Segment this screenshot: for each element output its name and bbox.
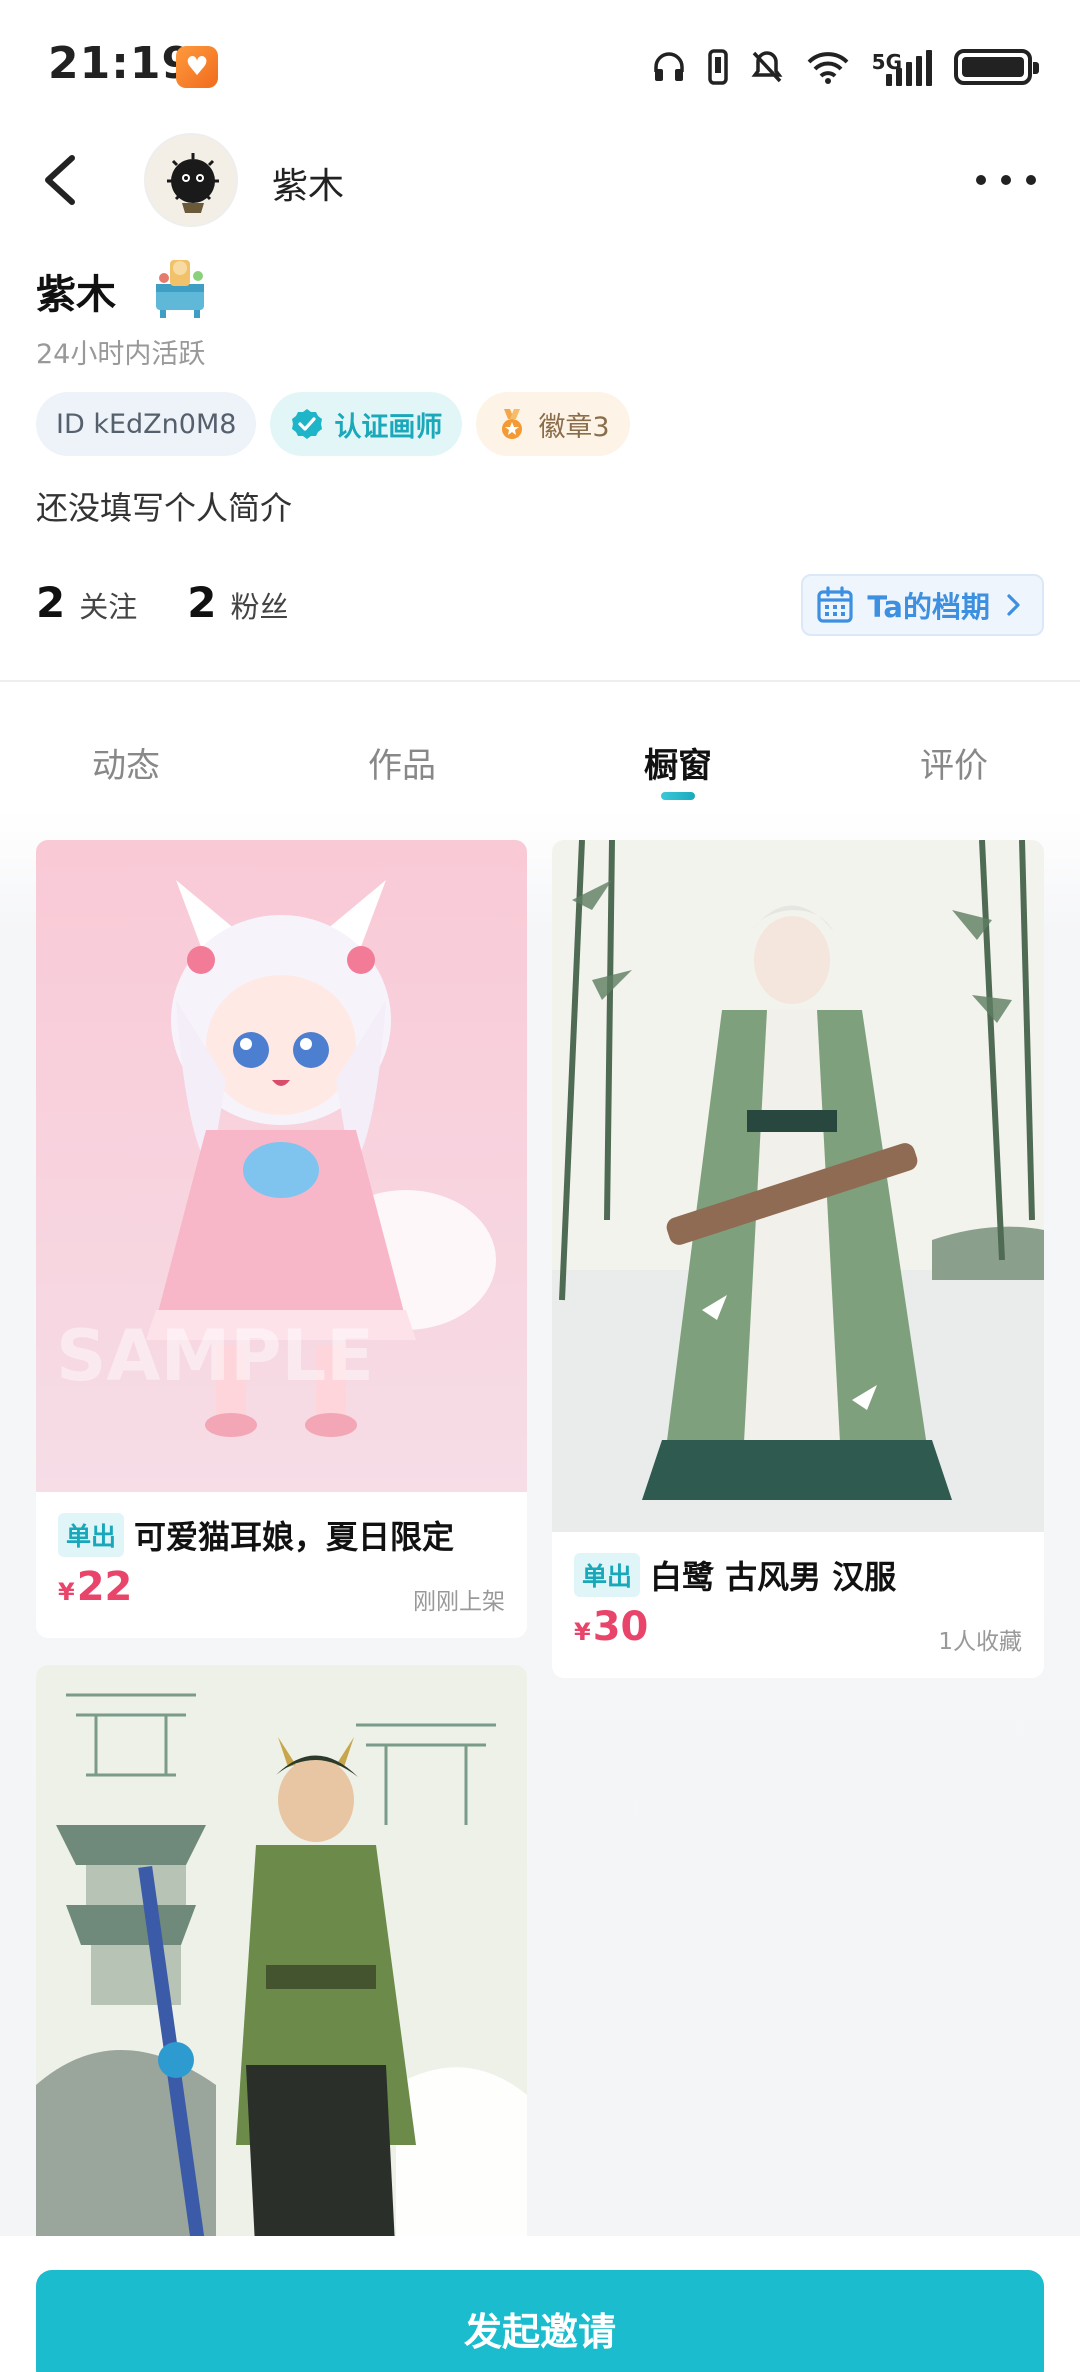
back-button[interactable] (34, 150, 94, 210)
profile-tabs: 动态 作品 橱窗 评价 (0, 700, 1080, 810)
listing-card[interactable]: SAMPLE 单出 可爱猫耳娘，夏日限定 ¥ 22 刚刚上架 (36, 840, 527, 1638)
listing-card[interactable]: 单出 白鹭 古风男 汉服 ¥ 30 1人收藏 (552, 840, 1044, 1678)
follow-stats: 2 关注 2 粉丝 (36, 578, 289, 627)
mute-bell-icon (751, 51, 783, 83)
active-tab-indicator (661, 792, 695, 800)
verified-icon (292, 409, 323, 439)
bio-text: 还没填写个人简介 (36, 489, 293, 527)
following-stat[interactable]: 2 关注 (36, 578, 137, 627)
vibrate-icon (707, 49, 728, 85)
tab-updates[interactable]: 动态 (26, 738, 226, 787)
listing-card[interactable] (36, 1665, 527, 2265)
battery-icon (954, 49, 1039, 85)
avatar[interactable] (144, 133, 238, 227)
more-options-button[interactable] (976, 158, 1036, 202)
listing-type-badge: 单出 (58, 1513, 125, 1557)
status-time: 21:19 (48, 38, 194, 89)
status-icons: 5G (652, 42, 1039, 92)
followers-count: 2 (187, 578, 217, 627)
svg-text:SAMPLE: SAMPLE (56, 1315, 374, 1397)
cellular-signal-icon: 5G (872, 48, 932, 86)
medal-tag[interactable]: 徽章3 (476, 392, 630, 456)
bottom-action-bar: 发起邀请 (0, 2236, 1080, 2372)
listing-image (552, 840, 1044, 1532)
followers-stat[interactable]: 2 粉丝 (187, 578, 288, 627)
chevron-right-icon (1007, 594, 1020, 616)
profile-tags: ID kEdZn0M8 认证画师 徽章3 (36, 392, 630, 456)
send-invitation-button[interactable]: 发起邀请 (36, 2270, 1044, 2372)
app-notification-icon: ♥ (176, 46, 218, 88)
divider (0, 680, 1080, 682)
listing-price: ¥ 30 (574, 1604, 649, 1650)
listing-image: SAMPLE (36, 840, 527, 1492)
user-id-label: ID kEdZn0M8 (56, 408, 237, 440)
active-status: 24小时内活跃 (36, 339, 206, 370)
following-label: 关注 (79, 590, 138, 624)
top-nav: 紫木 (0, 130, 1080, 230)
headphone-icon (653, 52, 684, 81)
schedule-label: Ta的档期 (867, 590, 990, 624)
listing-title-row: 单出 可爱猫耳娘，夏日限定 (58, 1512, 454, 1558)
listing-price: ¥ 22 (58, 1564, 133, 1610)
tab-works[interactable]: 作品 (302, 738, 502, 787)
listing-title: 可爱猫耳娘，夏日限定 (134, 1518, 455, 1556)
listing-type-badge: 单出 (574, 1553, 641, 1597)
profile-decoration-icon (156, 260, 204, 318)
certified-artist-tag[interactable]: 认证画师 (270, 392, 463, 456)
medal-icon (502, 409, 523, 439)
calendar-icon (817, 586, 853, 623)
listing-meta: 1人收藏 (938, 1629, 1022, 1655)
profile-name: 紫木 (36, 272, 116, 318)
tab-reviews[interactable]: 评价 (854, 738, 1054, 787)
listing-title: 白鹭 古风男 汉服 (650, 1558, 897, 1596)
listing-image (36, 1665, 527, 2265)
user-id-tag[interactable]: ID kEdZn0M8 (36, 392, 257, 456)
status-bar: 21:19 ♥ 5G (0, 0, 1080, 130)
listing-meta: 刚刚上架 (413, 1589, 505, 1615)
following-count: 2 (36, 578, 66, 627)
medal-label: 徽章3 (538, 411, 610, 443)
schedule-button[interactable]: Ta的档期 (801, 574, 1044, 636)
nav-title: 紫木 (272, 166, 345, 207)
tab-showcase[interactable]: 橱窗 (578, 738, 778, 787)
followers-label: 粉丝 (230, 590, 289, 624)
certified-label: 认证画师 (334, 411, 443, 443)
listing-title-row: 单出 白鹭 古风男 汉服 (574, 1552, 896, 1598)
wifi-icon (807, 52, 849, 84)
